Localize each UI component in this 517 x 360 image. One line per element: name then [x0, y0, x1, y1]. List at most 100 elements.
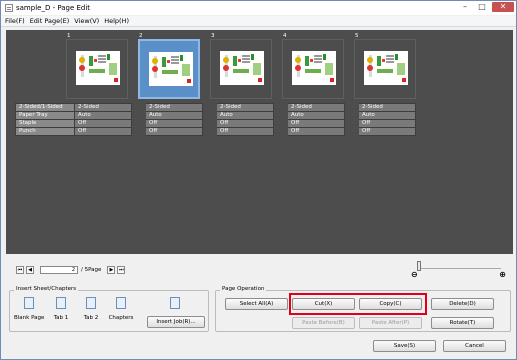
rotate-button[interactable]: Rotate(T) — [431, 317, 494, 329]
settings-row-paper-tray: Paper Tray Auto Auto Auto Auto Auto — [15, 111, 416, 120]
tab2-item[interactable]: Tab 2 — [76, 297, 106, 321]
settings-value: 2-Sided — [216, 103, 274, 112]
settings-label: Punch — [15, 127, 75, 136]
window-title: sample_D - Page Edit — [16, 4, 91, 12]
settings-value: Off — [74, 127, 132, 136]
page-canvas: 1 2 3 4 5 2-Sided/1-Sided 2-Sided 2-Side… — [6, 30, 513, 254]
page-operation-legend: Page Operation — [220, 286, 267, 292]
page-edit-window: sample_D - Page Edit – □ ✕ File(F) Edit … — [0, 0, 517, 360]
spacer — [273, 127, 288, 136]
tab2-label: Tab 2 — [83, 315, 99, 321]
page-count-label: / 5Page — [81, 267, 102, 273]
chapters-item[interactable]: Chapters — [106, 297, 136, 321]
save-button[interactable]: Save(S) — [373, 340, 436, 352]
next-page-button[interactable]: ▶ — [107, 266, 116, 274]
spacer — [202, 127, 217, 136]
settings-value: Auto — [216, 111, 274, 120]
paste-after-button[interactable]: Paste After(P) — [359, 317, 422, 329]
insert-sheet-group: Insert Sheet/Chapters Blank Page Tab 1 T… — [9, 286, 209, 332]
cancel-button[interactable]: Cancel — [443, 340, 506, 352]
tab-2-icon — [86, 297, 96, 309]
settings-value: Off — [287, 119, 345, 128]
tab-1-icon — [56, 297, 66, 309]
settings-row-punch: Punch Off Off Off Off Off — [15, 127, 416, 136]
settings-label: Paper Tray — [15, 111, 75, 120]
spacer — [273, 103, 288, 112]
settings-row-staple: Staple Off Off Off Off Off — [15, 119, 416, 128]
title-bar: sample_D - Page Edit – □ ✕ — [1, 1, 516, 15]
spacer — [202, 119, 217, 128]
chapters-label: Chapters — [108, 315, 134, 321]
settings-value: Off — [216, 119, 274, 128]
tab1-label: Tab 1 — [53, 315, 69, 321]
settings-value: Off — [74, 119, 132, 128]
delete-button[interactable]: Delete(D) — [431, 298, 494, 310]
settings-value: Auto — [287, 111, 345, 120]
settings-row-sided: 2-Sided/1-Sided 2-Sided 2-Sided 2-Sided … — [15, 103, 416, 112]
insert-job-icon — [170, 297, 180, 309]
page-thumbnail — [76, 51, 120, 85]
spacer — [344, 103, 359, 112]
page-navigation: ⏮ ◀ 2 / 5Page ▶ ⏭ — [16, 265, 127, 275]
highlight-frame — [289, 293, 427, 315]
chapters-icon — [116, 297, 126, 309]
page-thumbnail-frame[interactable] — [210, 39, 272, 99]
window-controls: – □ ✕ — [458, 2, 514, 12]
settings-value: Auto — [74, 111, 132, 120]
insert-job-icon-wrap — [160, 297, 190, 313]
maximize-icon[interactable]: □ — [475, 2, 489, 12]
menu-view[interactable]: View(V) — [74, 17, 99, 25]
tab1-item[interactable]: Tab 1 — [46, 297, 76, 321]
select-all-button[interactable]: Select All(A) — [225, 298, 288, 310]
minimize-icon[interactable]: – — [458, 2, 472, 12]
app-icon — [5, 4, 13, 12]
zoom-in-icon[interactable]: ⊕ — [499, 270, 506, 279]
settings-value: Auto — [358, 111, 416, 120]
settings-value: 2-Sided — [287, 103, 345, 112]
page-thumbnail — [149, 52, 193, 86]
settings-value: Off — [145, 119, 203, 128]
current-page-field[interactable]: 2 — [40, 266, 78, 274]
menu-edit-page[interactable]: Edit Page(E) — [30, 17, 70, 25]
settings-value: Off — [216, 127, 274, 136]
zoom-control: ⊖ ⊕ — [411, 257, 506, 281]
page-thumbnail — [220, 51, 264, 85]
settings-value: Off — [358, 119, 416, 128]
menu-help[interactable]: Help(H) — [104, 17, 129, 25]
spacer — [131, 111, 146, 120]
settings-label: 2-Sided/1-Sided — [15, 103, 75, 112]
paste-before-button[interactable]: Paste Before(B) — [292, 317, 355, 329]
close-icon[interactable]: ✕ — [492, 2, 514, 12]
zoom-slider-track[interactable] — [417, 268, 501, 269]
settings-value: Off — [358, 127, 416, 136]
page-thumbnail-frame-selected[interactable] — [138, 39, 200, 99]
blank-page-item[interactable]: Blank Page — [14, 297, 44, 321]
blank-page-label: Blank Page — [14, 315, 45, 321]
last-page-button[interactable]: ⏭ — [117, 266, 126, 274]
page-thumbnail-frame[interactable] — [354, 39, 416, 99]
spacer — [344, 119, 359, 128]
settings-value: Off — [145, 127, 203, 136]
menu-file[interactable]: File(F) — [5, 17, 25, 25]
spacer — [131, 127, 146, 136]
page-thumbnail-frame[interactable] — [66, 39, 128, 99]
insert-sheet-legend: Insert Sheet/Chapters — [14, 286, 79, 292]
spacer — [131, 103, 146, 112]
settings-value: Off — [287, 127, 345, 136]
settings-value: Auto — [145, 111, 203, 120]
spacer — [344, 127, 359, 136]
prev-page-button[interactable]: ◀ — [26, 266, 34, 274]
settings-label: Staple — [15, 119, 75, 128]
spacer — [131, 119, 146, 128]
page-settings-table: 2-Sided/1-Sided 2-Sided 2-Sided 2-Sided … — [15, 103, 416, 136]
menu-bar: File(F) Edit Page(E) View(V) Help(H) — [1, 16, 516, 27]
settings-value: 2-Sided — [74, 103, 132, 112]
first-page-button[interactable]: ⏮ — [16, 266, 24, 274]
spacer — [273, 119, 288, 128]
page-thumbnail-frame[interactable] — [282, 39, 344, 99]
settings-value: 2-Sided — [145, 103, 203, 112]
spacer — [344, 111, 359, 120]
insert-job-button[interactable]: Insert Job(R)... — [147, 316, 205, 328]
zoom-out-icon[interactable]: ⊖ — [411, 270, 418, 279]
spacer — [273, 111, 288, 120]
